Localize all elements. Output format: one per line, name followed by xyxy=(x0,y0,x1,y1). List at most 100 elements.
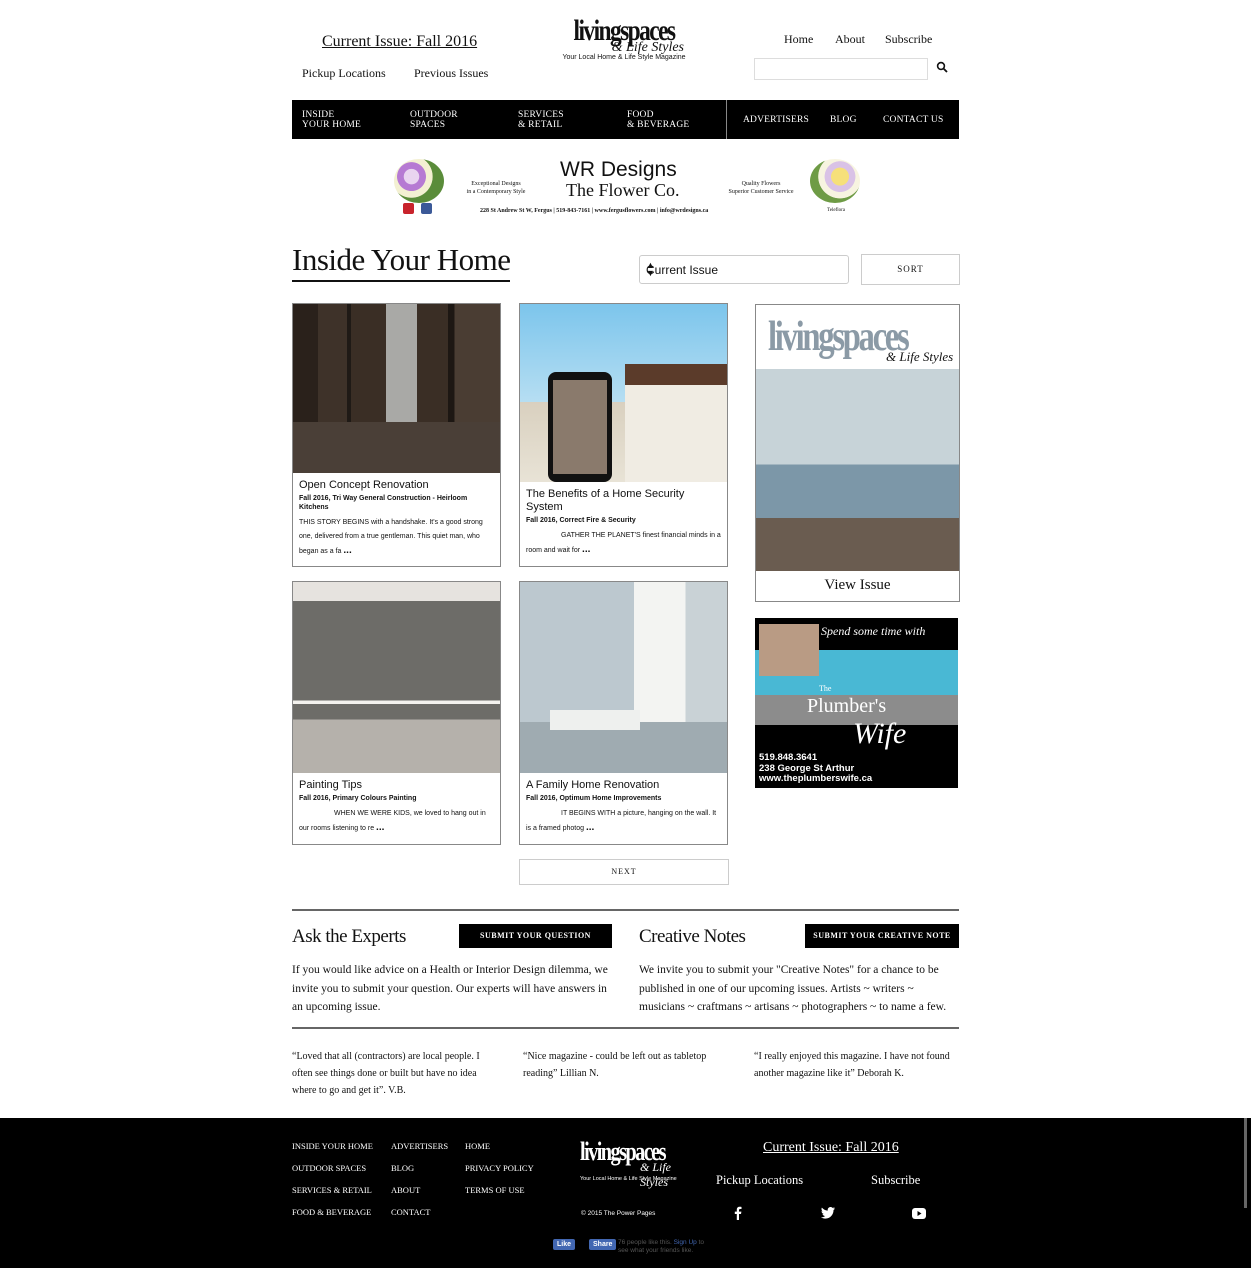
scrollbar-thumb[interactable] xyxy=(1244,1118,1247,1208)
footer-link[interactable]: CONTACT xyxy=(391,1207,430,1217)
article-excerpt: WHEN WE WERE KIDS, we loved to hang out … xyxy=(299,807,494,836)
footer-link[interactable]: FOOD & BEVERAGE xyxy=(292,1207,371,1217)
excerpt-text: IT BEGINS WITH a picture, hanging on the… xyxy=(526,810,717,832)
footer-link[interactable]: OUTDOOR SPACES xyxy=(292,1163,366,1173)
plumbers-wife-ad[interactable]: Spend some time with The Plumber's Wife … xyxy=(755,618,958,788)
article-card[interactable]: A Family Home Renovation Fall 2016, Opti… xyxy=(519,581,728,845)
footer-link[interactable]: SERVICES & RETAIL xyxy=(292,1185,372,1195)
fb-like-count: 76 people like this. xyxy=(618,1239,672,1246)
article-title[interactable]: Painting Tips xyxy=(299,779,494,792)
footer-link[interactable]: ABOUT xyxy=(391,1185,420,1195)
teleflora-logo: Teleflora xyxy=(827,208,845,213)
logo-script: & Life Styles xyxy=(611,40,684,55)
nav-contact-us[interactable]: CONTACT US xyxy=(883,115,943,125)
ad-title: WR Designs xyxy=(560,158,677,181)
nav-inside-your-home[interactable]: INSIDE YOUR HOME xyxy=(302,110,361,130)
testimonial-quote: “Nice magazine - could be left out as ta… xyxy=(523,1051,707,1079)
pickup-locations-link[interactable]: Pickup Locations xyxy=(302,66,386,81)
submit-creative-note-button[interactable]: SUBMIT YOUR CREATIVE NOTE xyxy=(805,924,959,948)
nav-advertisers[interactable]: ADVERTISERS xyxy=(743,115,809,125)
footer-link[interactable]: TERMS OF USE xyxy=(465,1185,525,1195)
nav-subscribe-link[interactable]: Subscribe xyxy=(885,32,932,47)
article-card[interactable]: Painting Tips Fall 2016, Primary Colours… xyxy=(292,581,501,845)
article-image[interactable] xyxy=(293,582,500,773)
article-title[interactable]: A Family Home Renovation xyxy=(526,779,721,792)
nav-label: OUTDOOR xyxy=(410,110,458,120)
footer-link[interactable]: INSIDE YOUR HOME xyxy=(292,1141,373,1151)
facebook-like-button[interactable]: Like xyxy=(553,1239,576,1250)
image-table xyxy=(550,710,640,730)
ad-right-text-1: Quality Flowers xyxy=(741,181,781,187)
image-house xyxy=(625,364,727,482)
ad-sink-image xyxy=(759,624,819,676)
image-phone-screen xyxy=(553,380,607,474)
more-link[interactable]: ... xyxy=(582,544,590,555)
issue-filter-select[interactable]: Current Issue ▲ ▼ xyxy=(639,255,849,284)
sort-button[interactable]: SORT xyxy=(861,254,960,285)
article-image[interactable] xyxy=(520,304,727,482)
footer-pickup-link[interactable]: Pickup Locations xyxy=(716,1173,803,1188)
more-link[interactable]: ... xyxy=(376,822,384,833)
footer-logo-script: & Life Styles xyxy=(640,1160,672,1189)
article-image[interactable] xyxy=(520,582,727,773)
previous-issues-link[interactable]: Previous Issues xyxy=(414,66,488,81)
facebook-share-button[interactable]: Share xyxy=(589,1239,617,1250)
ad-contact: 519.848.3641 238 George St Arthur www.th… xyxy=(759,752,873,785)
footer-link[interactable]: BLOG xyxy=(391,1163,414,1173)
article-card[interactable]: The Benefits of a Home Security System F… xyxy=(519,303,728,567)
page-title: Inside Your Home xyxy=(292,242,511,282)
article-excerpt: IT BEGINS WITH a picture, hanging on the… xyxy=(526,807,721,836)
ad-brand-the: The xyxy=(819,684,832,693)
footer-link[interactable]: PRIVACY POLICY xyxy=(465,1163,534,1173)
article-card[interactable]: Open Concept Renovation Fall 2016, Tri W… xyxy=(292,303,501,567)
view-issue-link[interactable]: View Issue xyxy=(756,577,959,594)
article-title[interactable]: The Benefits of a Home Security System xyxy=(526,488,721,514)
article-meta: Fall 2016, Correct Fire & Security xyxy=(526,517,636,524)
copyright-text: © 2015 The Power Pages xyxy=(581,1210,656,1217)
more-link[interactable]: ... xyxy=(586,822,594,833)
nav-label: INSIDE xyxy=(302,110,335,120)
facebook-icon[interactable] xyxy=(421,203,432,214)
facebook-icon[interactable] xyxy=(733,1206,747,1220)
youtube-icon[interactable] xyxy=(912,1206,926,1220)
pinterest-icon[interactable] xyxy=(403,203,414,214)
footer-link[interactable]: ADVERTISERS xyxy=(391,1141,448,1151)
submit-question-button[interactable]: SUBMIT YOUR QUESTION xyxy=(459,924,612,948)
nav-home-link[interactable]: Home xyxy=(784,32,813,47)
ad-left-text-1: Exceptional Designs xyxy=(471,181,521,187)
ask-experts-text: If you would like advice on a Health or … xyxy=(292,964,608,1013)
nav-services-retail[interactable]: SERVICES & RETAIL xyxy=(518,110,564,130)
footer-current-issue-link[interactable]: Current Issue: Fall 2016 xyxy=(763,1140,899,1156)
next-page-button[interactable]: NEXT xyxy=(519,859,729,885)
twitter-icon[interactable] xyxy=(820,1206,835,1220)
ad-website: www.theplumberswife.ca xyxy=(759,773,873,784)
testimonial-quote: “Loved that all (contractors) are local … xyxy=(292,1051,480,1096)
article-meta: Fall 2016, Tri Way General Construction … xyxy=(299,495,468,511)
site-logo[interactable]: livingspaces & Life Styles Your Local Ho… xyxy=(554,14,694,61)
fb-signup-link[interactable]: Sign Up xyxy=(674,1239,697,1246)
footer-subscribe-link[interactable]: Subscribe xyxy=(871,1173,920,1188)
magazine-cover-image[interactable]: livingspaces & Life Styles xyxy=(756,305,959,571)
nav-about-link[interactable]: About xyxy=(835,32,865,47)
ad-headline: Spend some time with xyxy=(821,624,926,638)
wr-designs-ad-banner[interactable]: Exceptional Designs in a Contemporary Sty… xyxy=(390,155,860,219)
nav-outdoor-spaces[interactable]: OUTDOOR SPACES xyxy=(410,110,458,130)
ad-phone: 519.848.3641 xyxy=(759,752,818,763)
nav-blog[interactable]: BLOG xyxy=(830,115,857,125)
more-link[interactable]: ... xyxy=(343,545,351,556)
footer-link[interactable]: HOME xyxy=(465,1141,490,1151)
current-issue-widget[interactable]: livingspaces & Life Styles View Issue xyxy=(755,304,960,602)
cover-script: & Life Styles xyxy=(886,349,954,364)
article-title[interactable]: Open Concept Renovation xyxy=(299,479,494,492)
current-issue-link[interactable]: Current Issue: Fall 2016 xyxy=(322,33,477,51)
search-input[interactable] xyxy=(754,58,928,80)
article-excerpt: GATHER THE PLANET'S finest financial min… xyxy=(526,529,721,558)
ad-right-text: Quality Flowers Superior Customer Service xyxy=(718,180,804,196)
search-icon[interactable] xyxy=(936,60,950,74)
ask-experts-title: Ask the Experts xyxy=(292,926,406,947)
creative-notes-text: We invite you to submit your "Creative N… xyxy=(639,964,947,1013)
nav-food-beverage[interactable]: FOOD & BEVERAGE xyxy=(627,110,689,130)
ad-left-text-2: in a Contemporary Style xyxy=(466,189,526,195)
article-image[interactable] xyxy=(293,304,500,473)
footer-logo[interactable]: livingspaces & Life Styles Your Local Ho… xyxy=(580,1138,690,1190)
